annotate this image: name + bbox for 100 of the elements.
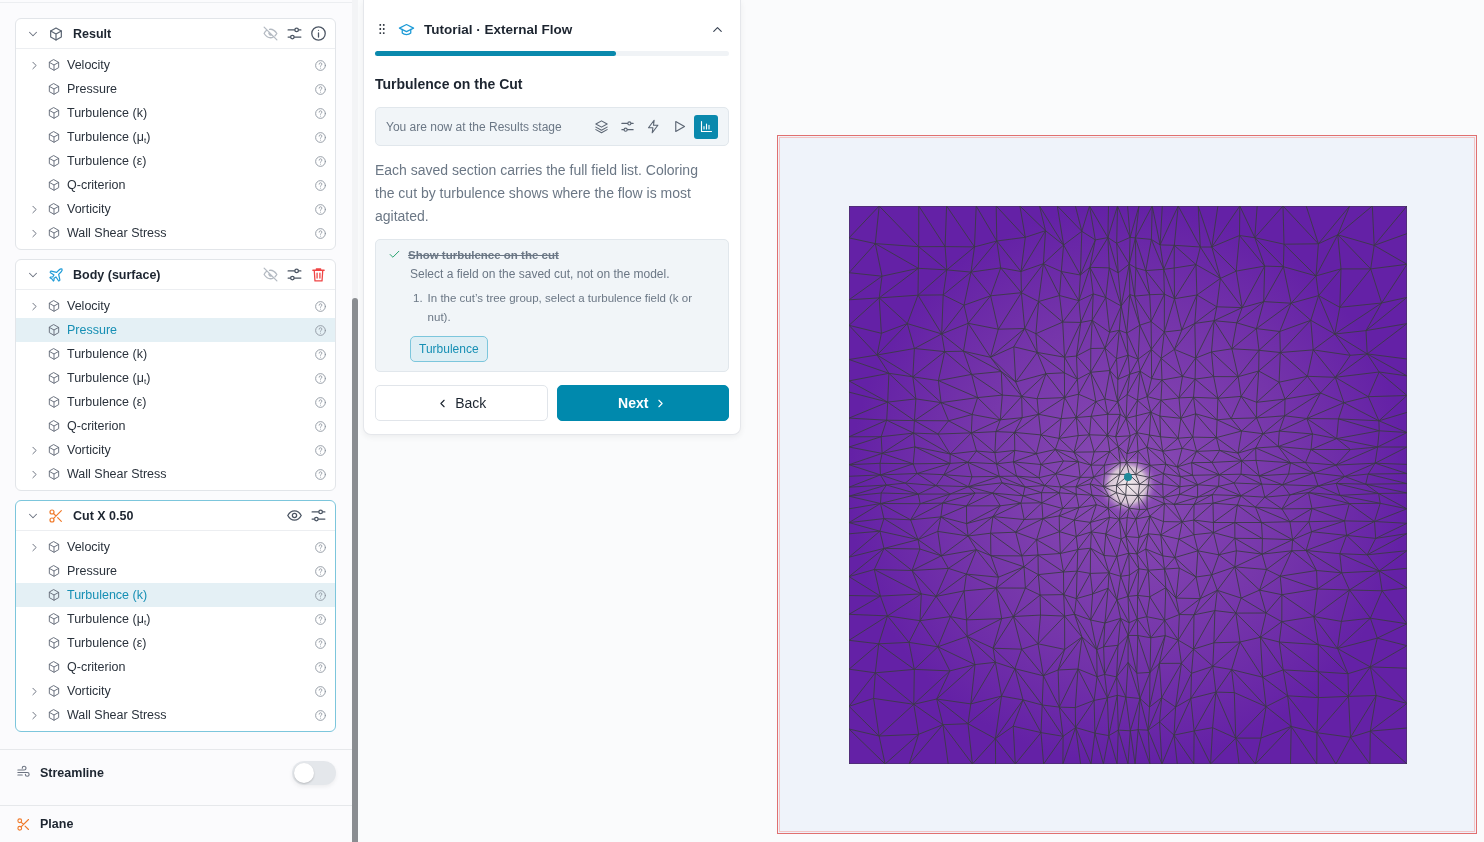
eye-off-icon[interactable] — [262, 25, 279, 42]
step-number: 1. — [413, 291, 423, 306]
help-icon[interactable] — [314, 82, 327, 96]
help-icon[interactable] — [314, 443, 327, 457]
section-label: Plane — [40, 817, 74, 831]
help-icon[interactable] — [314, 178, 327, 192]
help-icon[interactable] — [314, 588, 327, 602]
cube-icon — [47, 443, 61, 457]
tree-item[interactable]: Turbulence (ε) — [16, 631, 335, 655]
scissors-icon — [16, 816, 31, 832]
tree-item[interactable]: Velocity — [16, 535, 335, 559]
cube-icon — [48, 25, 64, 42]
sliders-icon[interactable] — [286, 266, 303, 283]
sliders-icon[interactable] — [310, 507, 327, 524]
cube-icon — [47, 202, 61, 216]
cube-icon — [47, 684, 61, 698]
cube-icon — [47, 226, 61, 240]
tree-item[interactable]: Turbulence (μ$_{t}$) — [16, 366, 335, 390]
help-icon[interactable] — [314, 419, 327, 433]
help-icon[interactable] — [314, 708, 327, 722]
tree-item[interactable]: Q-criterion — [16, 414, 335, 438]
info-icon[interactable] — [310, 25, 327, 42]
cube-icon — [47, 323, 61, 337]
cube-icon — [47, 540, 61, 554]
cube-icon — [47, 58, 61, 72]
cube-icon — [47, 347, 61, 361]
cube-icon — [47, 130, 61, 144]
task-hint: Select a field on the saved cut, not on the model. — [410, 267, 671, 281]
help-icon[interactable] — [314, 106, 327, 120]
help-icon[interactable] — [314, 226, 327, 240]
trash-icon[interactable] — [310, 266, 327, 283]
help-icon[interactable] — [314, 636, 327, 650]
tree-item[interactable]: Vorticity — [16, 679, 335, 703]
wind-icon — [16, 765, 31, 780]
help-icon[interactable] — [314, 58, 327, 72]
tree-item[interactable]: Vorticity — [16, 197, 335, 221]
help-icon[interactable] — [314, 299, 327, 313]
help-icon[interactable] — [314, 347, 327, 361]
help-icon[interactable] — [314, 684, 327, 698]
next-button[interactable]: Next — [556, 385, 729, 421]
airplane-icon — [48, 266, 64, 283]
tree-item[interactable]: Velocity — [16, 294, 335, 318]
step-heading: Turbulence on the Cut — [375, 76, 524, 92]
cube-icon — [47, 371, 61, 385]
help-icon[interactable] — [314, 660, 327, 674]
tree-item[interactable]: Turbulence (k) — [16, 342, 335, 366]
help-icon[interactable] — [314, 467, 327, 481]
eye-off-icon[interactable] — [262, 266, 279, 283]
tree-item[interactable]: Turbulence (μ$_{t}$) — [16, 607, 335, 631]
group-title: Body (surface) — [73, 267, 161, 282]
cube-icon — [47, 612, 61, 626]
cube-icon — [47, 467, 61, 481]
toggle-switch[interactable] — [292, 760, 336, 785]
tree-item[interactable]: Turbulence (ε) — [16, 390, 335, 414]
tree-item[interactable]: Pressure — [16, 559, 335, 583]
tree-item[interactable]: Vorticity — [16, 438, 335, 462]
help-icon[interactable] — [314, 371, 327, 385]
stage-text: You are now at the Results stage — [386, 119, 562, 134]
tree-item[interactable]: Wall Shear Stress — [16, 703, 335, 727]
cube-icon — [47, 106, 61, 120]
group-title: Result — [73, 26, 112, 41]
step-text: In the cut’s tree group, select a turbulence field (k or nut). — [427, 291, 694, 325]
help-icon[interactable] — [314, 154, 327, 168]
scissors-icon — [48, 507, 64, 524]
help-icon[interactable] — [314, 540, 327, 554]
step-description: Each saved section carries the full field list. Coloring the cut by turbulence shows where the flow is most agitated. — [375, 161, 699, 226]
cube-icon — [47, 636, 61, 650]
bar-chart-icon[interactable] — [694, 114, 718, 139]
cube-icon — [47, 395, 61, 409]
task-title: Show turbulence on the cut — [408, 248, 559, 261]
back-button[interactable]: Back — [375, 385, 548, 421]
tree-item[interactable]: Turbulence (ε) — [16, 149, 335, 173]
tree-item[interactable]: Velocity — [16, 53, 335, 77]
cube-icon — [47, 564, 61, 578]
scrollbar-thumb[interactable] — [352, 298, 358, 842]
help-icon[interactable] — [314, 395, 327, 409]
tree-item[interactable]: Wall Shear Stress — [16, 221, 335, 245]
cube-icon — [47, 588, 61, 602]
help-icon[interactable] — [314, 202, 327, 216]
cube-icon — [47, 708, 61, 722]
tree-item[interactable]: Pressure — [16, 77, 335, 101]
cube-icon — [47, 178, 61, 192]
tree-item[interactable]: Wall Shear Stress — [16, 462, 335, 486]
cube-icon — [47, 419, 61, 433]
cube-icon — [47, 299, 61, 313]
tree-item[interactable]: Turbulence (μ$_{t}$) — [16, 125, 335, 149]
help-icon[interactable] — [314, 612, 327, 626]
help-icon[interactable] — [314, 130, 327, 144]
section-label: Streamline — [40, 765, 104, 780]
group-title: Cut X 0.50 — [73, 508, 134, 523]
cube-icon — [47, 154, 61, 168]
cube-icon — [47, 82, 61, 96]
help-icon[interactable] — [314, 564, 327, 578]
tree-item[interactable]: Q-criterion — [16, 173, 335, 197]
sliders-icon[interactable] — [286, 25, 303, 42]
tree-item[interactable]: Turbulence (k) — [16, 101, 335, 125]
cube-icon — [47, 660, 61, 674]
tree-item[interactable]: Q-criterion — [16, 655, 335, 679]
help-icon[interactable] — [314, 323, 327, 337]
eye-icon[interactable] — [286, 507, 303, 524]
